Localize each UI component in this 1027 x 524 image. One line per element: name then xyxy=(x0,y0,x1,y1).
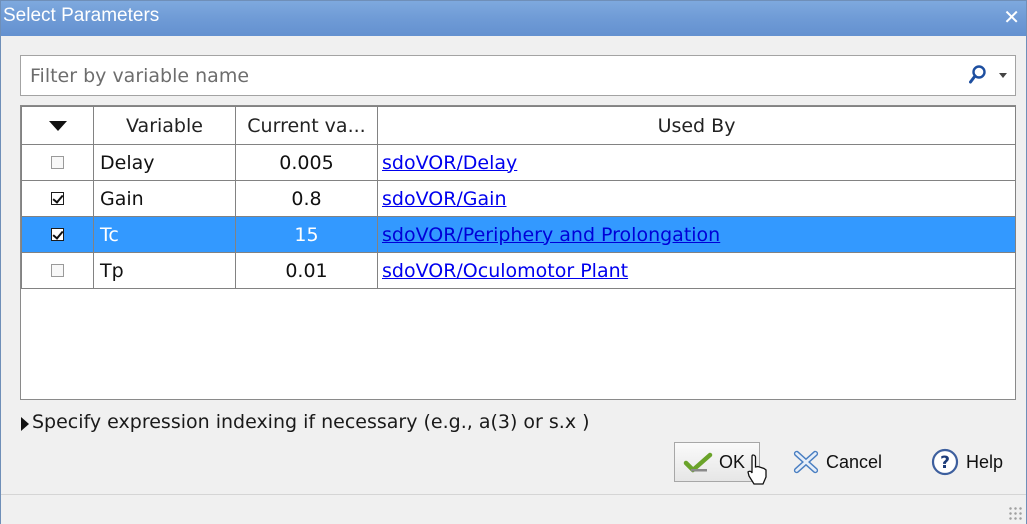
used-by-link[interactable]: sdoVOR/Periphery and Prolongation xyxy=(382,224,720,246)
variable-cell: Tp xyxy=(93,252,236,289)
expand-triangle-icon[interactable] xyxy=(21,417,29,431)
cancel-label: Cancel xyxy=(825,451,882,472)
help-icon: ? xyxy=(931,448,959,476)
used-by-cell: sdoVOR/Gain xyxy=(377,180,1016,217)
table-row[interactable]: Gain 0.8 sdoVOR/Gain xyxy=(21,180,1016,217)
dialog-title: Select Parameters xyxy=(3,5,160,26)
title-bar[interactable]: Select Parameters ✕ xyxy=(1,1,1026,36)
ok-label: OK xyxy=(719,451,746,472)
used-by-column-header[interactable]: Used By xyxy=(377,106,1016,145)
variable-cell: Gain xyxy=(93,180,236,217)
current-value-cell[interactable]: 0.005 xyxy=(235,144,378,181)
used-by-link[interactable]: sdoVOR/Gain xyxy=(382,188,507,210)
cancel-button[interactable]: Cancel xyxy=(790,442,882,482)
resize-grip-icon[interactable] xyxy=(1008,506,1022,520)
used-by-link[interactable]: sdoVOR/Delay xyxy=(382,152,517,174)
row-checkbox[interactable] xyxy=(51,264,64,277)
table-header-row: Variable Current va... Used By xyxy=(21,106,1016,145)
current-value-column-header[interactable]: Current va... xyxy=(235,106,378,145)
table-row[interactable]: Delay 0.005 sdoVOR/Delay xyxy=(21,144,1016,181)
row-checkbox-cell xyxy=(21,144,94,181)
row-checkbox[interactable] xyxy=(51,228,64,241)
cancel-x-icon xyxy=(793,450,819,474)
parameters-table: Variable Current va... Used By Delay 0.00… xyxy=(20,105,1016,400)
variable-column-header[interactable]: Variable xyxy=(93,106,236,145)
close-icon[interactable]: ✕ xyxy=(1003,5,1020,29)
used-by-cell: sdoVOR/Oculomotor Plant xyxy=(377,252,1016,289)
used-by-cell: sdoVOR/Periphery and Prolongation xyxy=(377,216,1016,253)
search-icon[interactable] xyxy=(969,65,987,89)
mouse-cursor-icon xyxy=(747,454,767,485)
status-bar xyxy=(1,494,1026,524)
row-checkbox-cell xyxy=(21,180,94,217)
select-parameters-dialog: Select Parameters ✕ Variable Current va.… xyxy=(0,0,1027,524)
table-row[interactable]: Tp 0.01 sdoVOR/Oculomotor Plant xyxy=(21,252,1016,289)
expression-indexing-toggle[interactable]: Specify expression indexing if necessary… xyxy=(32,411,590,433)
row-checkbox-cell xyxy=(21,252,94,289)
help-button[interactable]: ? Help xyxy=(930,442,1014,482)
chevron-down-icon[interactable] xyxy=(999,73,1007,78)
used-by-link[interactable]: sdoVOR/Oculomotor Plant xyxy=(382,260,628,282)
current-value-cell[interactable]: 0.8 xyxy=(235,180,378,217)
select-all-header[interactable] xyxy=(21,106,94,145)
svg-text:?: ? xyxy=(940,453,950,473)
variable-cell: Tc xyxy=(93,216,236,253)
row-checkbox-cell xyxy=(21,216,94,253)
used-by-cell: sdoVOR/Delay xyxy=(377,144,1016,181)
variable-cell: Delay xyxy=(93,144,236,181)
current-value-cell[interactable]: 15 xyxy=(235,216,378,253)
filter-box xyxy=(20,55,1016,96)
table-row[interactable]: Tc 15 sdoVOR/Periphery and Prolongation xyxy=(21,216,1016,253)
triangle-down-icon[interactable] xyxy=(48,120,67,131)
row-checkbox[interactable] xyxy=(51,192,64,205)
checkmark-icon xyxy=(683,452,713,473)
row-checkbox[interactable] xyxy=(51,156,64,169)
filter-input[interactable] xyxy=(30,64,930,88)
current-value-cell[interactable]: 0.01 xyxy=(235,252,378,289)
help-label: Help xyxy=(966,451,1004,472)
